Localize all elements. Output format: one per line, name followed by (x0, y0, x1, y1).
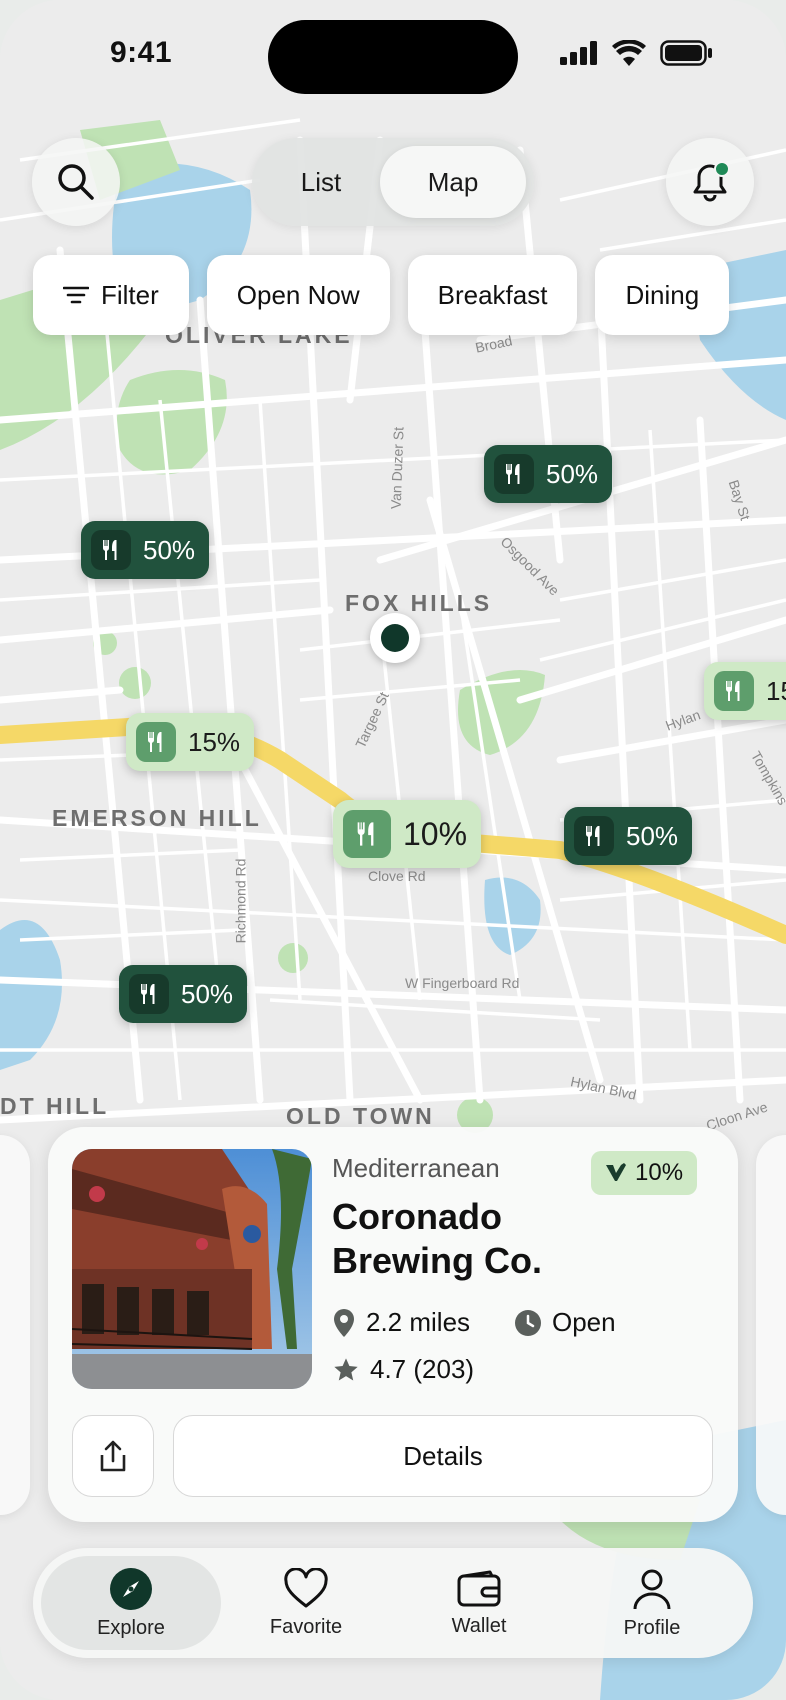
search-button[interactable] (32, 138, 120, 226)
app-screen: OLIVER LAKE FOX HILLS EMERSON HILL DT HI… (0, 0, 786, 1700)
pin-discount: 15 (766, 675, 786, 706)
map-pin[interactable]: 15% (126, 713, 255, 771)
street-label: Richmond Rd (232, 858, 249, 944)
bottom-tab-bar: Explore Favorite Wallet Profile (33, 1548, 753, 1658)
brand-logo-icon (605, 1163, 627, 1183)
chip-open-now[interactable]: Open Now (206, 255, 390, 335)
area-label: DT HILL (0, 1093, 110, 1119)
person-icon (633, 1569, 671, 1609)
area-label: EMERSON HILL (52, 805, 262, 831)
status-time: 9:41 (110, 36, 173, 69)
open-status-row: Open (514, 1307, 616, 1338)
distance-value: 2.2 miles (366, 1307, 471, 1337)
pin-discount: 15% (188, 726, 241, 757)
rating-value: 4.7 (203) (370, 1354, 475, 1384)
clock-icon (514, 1309, 542, 1337)
search-icon (58, 164, 94, 200)
map-pin-selected[interactable]: 10% (333, 800, 482, 868)
restaurant-name: Coronado Brewing Co. (332, 1196, 543, 1281)
fork-knife-icon (494, 454, 534, 494)
compass-icon (110, 1567, 152, 1610)
view-toggle[interactable]: List Map (252, 138, 534, 226)
fork-knife-icon (91, 530, 131, 570)
street-label: Van Duzer St (387, 426, 407, 510)
map-pin[interactable]: 50% (484, 445, 613, 503)
open-status: Open (552, 1307, 616, 1337)
prev-card-peek[interactable] (0, 1135, 30, 1515)
pin-discount: 50% (546, 458, 599, 489)
notifications-button[interactable] (666, 138, 754, 226)
tab-label: Wallet (451, 1614, 507, 1637)
map-pin[interactable]: 15 (704, 662, 786, 720)
filter-chips: Filter Open Now Breakfast Dining (33, 255, 730, 335)
promo-badge: 10% (591, 1151, 698, 1195)
tab-label: Profile (623, 1616, 681, 1639)
battery-icon (660, 40, 712, 66)
location-pin-icon (332, 1308, 356, 1338)
status-icons (560, 40, 712, 66)
pin-discount: 50% (626, 820, 679, 851)
distance-row: 2.2 miles (332, 1307, 470, 1338)
tab-favorite[interactable]: Favorite (216, 1556, 396, 1650)
tab-profile[interactable]: Profile (562, 1556, 742, 1650)
promo-value: 10% (635, 1159, 684, 1186)
fork-knife-icon (714, 671, 754, 711)
heart-icon (284, 1567, 328, 1607)
restaurant-photo (72, 1149, 312, 1389)
cuisine-label: Mediterranean (332, 1153, 500, 1183)
tab-label: Explore (97, 1616, 165, 1639)
map-pin[interactable]: 50% (81, 521, 210, 579)
chip-breakfast[interactable]: Breakfast (407, 255, 578, 335)
filter-label: Filter (101, 279, 159, 310)
tab-list[interactable]: List (262, 146, 380, 218)
fork-knife-icon (343, 810, 391, 858)
pin-discount: 50% (181, 978, 234, 1009)
dynamic-island (268, 20, 518, 94)
tab-map[interactable]: Map (380, 146, 526, 218)
filter-button[interactable]: Filter (33, 255, 189, 335)
map-pin[interactable]: 50% (564, 807, 693, 865)
chip-dining[interactable]: Dining (595, 255, 730, 335)
area-label: OLD TOWN (286, 1103, 435, 1129)
filter-icon (63, 285, 89, 305)
pin-discount: 10% (403, 815, 468, 852)
map-pin[interactable]: 50% (119, 965, 248, 1023)
share-icon (100, 1440, 126, 1472)
rating-row: 4.7 (203) (332, 1354, 474, 1385)
street-label: W Fingerboard Rd (405, 975, 520, 991)
tab-label: Favorite (269, 1615, 343, 1638)
bell-icon (693, 161, 730, 202)
next-card-peek[interactable] (756, 1135, 786, 1515)
cellular-signal-icon (560, 41, 597, 65)
restaurant-card[interactable]: Mediterranean 10% Coronado Brewing Co. 2… (48, 1127, 738, 1522)
fork-knife-icon (574, 816, 614, 856)
fork-knife-icon (129, 974, 169, 1014)
street-label: Clove Rd (368, 868, 426, 884)
area-label: FOX HILLS (345, 590, 493, 616)
star-icon (332, 1356, 360, 1384)
fork-knife-icon (136, 722, 176, 762)
tab-explore[interactable]: Explore (41, 1556, 221, 1650)
tab-wallet[interactable]: Wallet (389, 1556, 569, 1650)
status-bar: 9:41 (0, 0, 786, 110)
wallet-icon (457, 1570, 501, 1606)
pin-discount: 50% (143, 534, 196, 565)
current-location-marker (370, 613, 420, 663)
details-button[interactable]: Details (173, 1415, 713, 1497)
share-button[interactable] (72, 1415, 154, 1497)
wifi-icon (612, 40, 646, 66)
